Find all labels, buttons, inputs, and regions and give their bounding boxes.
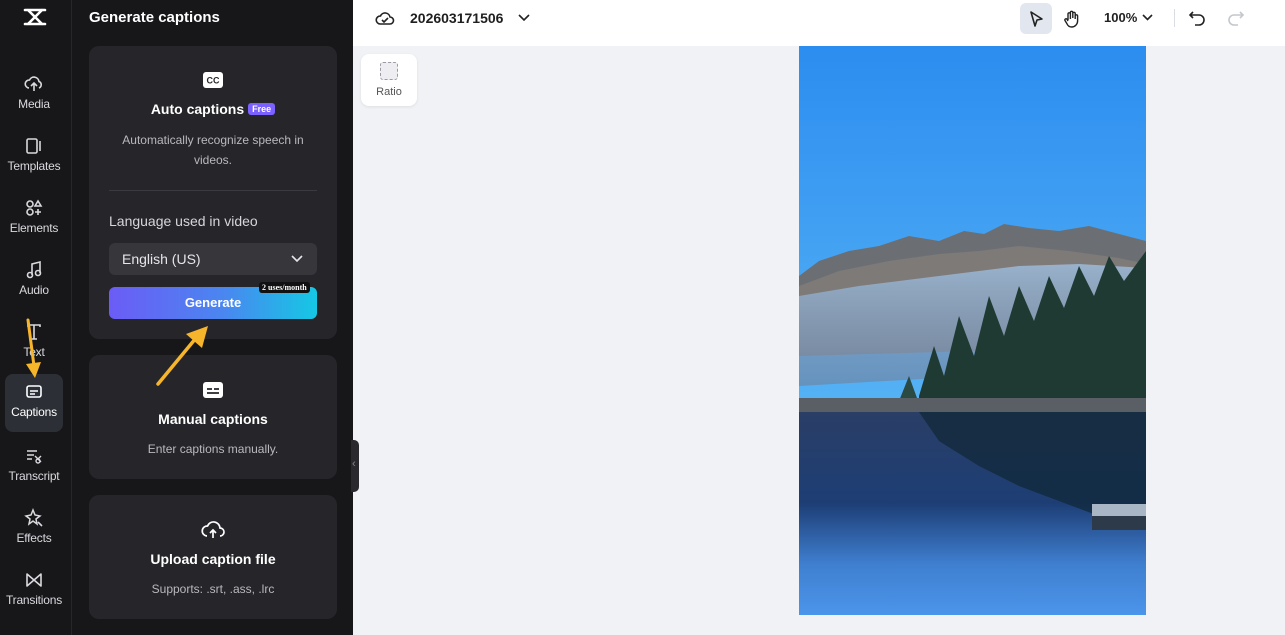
left-rail: Media Templates Elements Audio Text Capt… <box>0 0 72 635</box>
rail-item-templates[interactable]: Templates <box>5 128 63 186</box>
auto-captions-title: Auto captions Free <box>89 101 337 117</box>
project-name[interactable]: 202603171506 <box>410 10 503 26</box>
rail-label-audio: Audio <box>19 283 49 297</box>
ratio-label: Ratio <box>376 86 402 98</box>
zoom-chevron-down-icon[interactable] <box>1142 13 1153 22</box>
rail-label-transitions: Transitions <box>5 593 63 607</box>
rail-label-elements: Elements <box>9 221 59 235</box>
svg-text:CC: CC <box>207 76 220 86</box>
video-preview[interactable] <box>799 46 1146 615</box>
lake-mountain-image <box>799 46 1146 615</box>
auto-captions-title-text: Auto captions <box>150 101 245 117</box>
hand-icon <box>1064 10 1079 28</box>
captions-panel: Generate captions CC Auto captions Free A… <box>72 0 353 635</box>
zoom-level[interactable]: 100% <box>1104 10 1137 25</box>
auto-captions-card: CC Auto captions Free Automatically recog… <box>89 46 337 339</box>
capcut-logo-icon[interactable] <box>22 6 48 28</box>
audio-icon <box>26 260 42 279</box>
undo-icon[interactable] <box>1188 8 1206 26</box>
select-tool-button[interactable] <box>1020 3 1052 34</box>
divider <box>109 190 317 191</box>
rail-item-audio[interactable]: Audio <box>5 252 63 310</box>
language-select[interactable]: English (US) <box>109 243 317 275</box>
rail-item-elements[interactable]: Elements <box>5 190 63 248</box>
manual-captions-description: Enter captions manually. <box>147 442 279 456</box>
captions-icon <box>26 385 42 398</box>
panel-title: Generate captions <box>89 9 220 26</box>
rail-item-media[interactable]: Media <box>5 66 63 124</box>
media-icon <box>24 76 42 91</box>
uses-limit-badge: 2 uses/month <box>259 282 310 293</box>
rail-item-transcript[interactable]: Transcript <box>5 438 63 496</box>
rail-label-transcript: Transcript <box>8 469 60 483</box>
ratio-button[interactable]: Ratio <box>361 54 417 106</box>
upload-caption-title: Upload caption file <box>150 551 276 567</box>
free-badge: Free <box>248 103 276 115</box>
rail-item-text[interactable]: Text <box>5 314 63 372</box>
hand-tool-button[interactable] <box>1055 3 1087 34</box>
toolbar-divider <box>1174 9 1175 27</box>
rail-item-captions[interactable]: Captions <box>5 374 63 432</box>
language-label: Language used in video <box>109 213 258 229</box>
rail-label-captions: Captions <box>11 405 57 419</box>
manual-captions-icon <box>203 382 223 398</box>
project-chevron-down-icon[interactable] <box>518 13 530 23</box>
panel-collapse-handle[interactable]: ‹ <box>351 440 359 492</box>
top-bar: 202603171506 100% <box>353 0 1285 46</box>
rail-label-media: Media <box>18 97 50 111</box>
upload-caption-description: Supports: .srt, .ass, .lrc <box>151 582 275 596</box>
redo-icon[interactable] <box>1227 8 1245 26</box>
rail-item-transitions[interactable]: Transitions <box>5 562 63 620</box>
language-value: English (US) <box>122 251 201 267</box>
upload-cloud-icon <box>201 521 225 538</box>
transcript-icon <box>27 450 42 464</box>
elements-icon <box>26 199 43 216</box>
pointer-icon <box>1030 11 1043 27</box>
upload-caption-card[interactable]: Upload caption file Supports: .srt, .ass… <box>89 495 337 619</box>
rail-label-templates: Templates <box>7 159 61 173</box>
cc-icon: CC <box>203 72 223 88</box>
chevron-left-icon: ‹ <box>352 458 356 470</box>
manual-captions-card[interactable]: Manual captions Enter captions manually. <box>89 355 337 479</box>
auto-captions-description: Automatically recognize speech in videos… <box>122 133 304 167</box>
cloud-save-icon[interactable] <box>375 9 395 27</box>
manual-captions-title: Manual captions <box>158 411 268 427</box>
text-icon <box>27 324 41 340</box>
rail-label-effects: Effects <box>16 531 52 545</box>
effects-icon <box>24 508 43 527</box>
rail-label-text: Text <box>23 345 45 359</box>
chevron-down-icon <box>291 255 303 263</box>
rail-item-effects[interactable]: Effects <box>5 500 63 558</box>
templates-icon <box>26 138 41 154</box>
transitions-icon <box>26 573 42 587</box>
ratio-icon <box>380 62 398 80</box>
